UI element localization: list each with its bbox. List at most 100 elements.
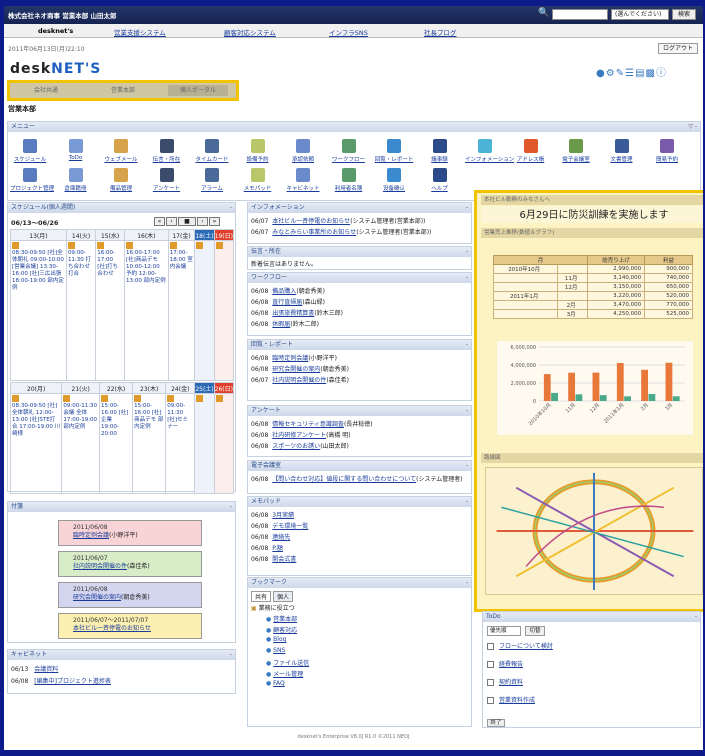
minimize-icon[interactable]: - bbox=[230, 650, 232, 660]
todo-link[interactable]: フローについて検討 bbox=[499, 643, 553, 650]
minimize-icon[interactable]: - bbox=[230, 502, 232, 512]
note-link[interactable]: 臨時定例会議 bbox=[73, 532, 109, 539]
schedule-day-header[interactable]: 22(水) bbox=[98, 382, 134, 394]
tab-company[interactable]: 会社共通 bbox=[16, 85, 76, 96]
schedule-day-cell[interactable]: 15:00-16:00 [社]商品デモ 部内定例 bbox=[132, 393, 167, 494]
minimize-icon[interactable]: - bbox=[466, 203, 468, 213]
bookmark-link[interactable]: ファイル送信 bbox=[273, 660, 309, 667]
add-schedule-icon[interactable] bbox=[63, 395, 71, 402]
row-link[interactable]: 臨時定例会議 bbox=[272, 355, 308, 362]
bookmark-link[interactable]: Blog bbox=[273, 636, 286, 643]
menu-item[interactable]: ウェブメール bbox=[101, 139, 141, 163]
schedule-day-cell[interactable] bbox=[194, 240, 215, 381]
minimize-icon[interactable]: - bbox=[466, 406, 468, 416]
todo-sort-select[interactable]: 優先順 bbox=[487, 626, 521, 636]
todo-checkbox[interactable] bbox=[487, 643, 494, 650]
row-link[interactable]: 【問い合わせ対応】値段に関する問い合わせについて bbox=[272, 476, 416, 483]
schedule-entries[interactable]: 09:00-11:30 [社]セミナー bbox=[167, 403, 188, 430]
sticky-note[interactable]: 2011/06/08 研究会開催の案内(朝倉秀美) bbox=[58, 582, 202, 608]
bookmark-link[interactable]: SNS bbox=[273, 647, 285, 654]
row-link[interactable]: 連絡先 bbox=[272, 534, 290, 541]
menu-item[interactable]: 電子会議室 bbox=[556, 139, 596, 163]
row-link[interactable]: 出張旅費精算書 bbox=[272, 310, 314, 317]
menu-item[interactable]: 文書管理 bbox=[602, 139, 642, 163]
menu-item[interactable]: ヘルプ bbox=[420, 168, 460, 192]
schedule-day-cell[interactable]: 08:30-09:50 [社]全体朝礼 12:00-13:00 [社]STE打合… bbox=[9, 393, 63, 494]
next-week-button[interactable]: » bbox=[209, 217, 220, 226]
print-icon[interactable]: ▩ bbox=[646, 68, 656, 79]
menu-item[interactable]: 设备确认 bbox=[374, 168, 414, 192]
logout-button[interactable]: ログアウト bbox=[658, 43, 698, 54]
menu-item[interactable]: ワークフロー bbox=[329, 139, 369, 163]
menu-item[interactable]: ToDo bbox=[56, 139, 96, 161]
prev-day-button[interactable]: ‹ bbox=[166, 217, 177, 226]
add-schedule-icon[interactable] bbox=[167, 395, 175, 402]
todo-link[interactable]: 契約資料 bbox=[499, 679, 523, 686]
edit-icon[interactable]: ✎ bbox=[616, 68, 625, 79]
schedule-day-header[interactable]: 14(火) bbox=[65, 229, 97, 241]
nav-link-sales[interactable]: 営業支援システム bbox=[114, 27, 166, 37]
schedule-day-header[interactable]: 18(土) bbox=[194, 229, 215, 241]
schedule-day-header[interactable]: 23(木) bbox=[132, 382, 167, 394]
menu-item[interactable]: メモパッド bbox=[238, 168, 278, 192]
row-link[interactable]: 本社ビル一斉停電のお知らせ bbox=[272, 218, 350, 225]
menu-item[interactable]: 利用者名簿 bbox=[329, 168, 369, 192]
schedule-day-header[interactable]: 19(日) bbox=[213, 229, 235, 241]
todo-done-button[interactable]: 終了 bbox=[487, 719, 505, 727]
nav-link-sns[interactable]: インフラSNS bbox=[329, 27, 368, 37]
todo-checkbox[interactable] bbox=[487, 661, 494, 668]
tab-sales-dept[interactable]: 営業本部 bbox=[92, 85, 154, 96]
menu-item[interactable]: 回覧・レポート bbox=[374, 139, 414, 163]
note-link[interactable]: 研究会開催の案内 bbox=[73, 594, 121, 601]
schedule-day-header[interactable]: 16(木) bbox=[124, 229, 169, 241]
menu-item[interactable]: 承認依頼 bbox=[283, 139, 323, 163]
todo-checkbox[interactable] bbox=[487, 679, 494, 686]
row-link[interactable]: 会議資料 bbox=[34, 666, 58, 673]
menu-item[interactable]: プロジェクト管理 bbox=[10, 168, 54, 192]
minimize-icon[interactable]: - bbox=[466, 273, 468, 283]
bookmark-item[interactable]: ● ファイル送信 bbox=[266, 658, 309, 667]
schedule-day-header[interactable]: 21(火) bbox=[61, 382, 100, 394]
bookmark-link[interactable]: 営業本部 bbox=[273, 616, 297, 623]
add-schedule-icon[interactable] bbox=[126, 242, 134, 249]
todo-checkbox[interactable] bbox=[487, 697, 494, 704]
schedule-day-header[interactable]: 13(月) bbox=[10, 229, 67, 241]
note-link[interactable]: 本社ビル一斉停電のお知らせ bbox=[73, 625, 151, 632]
nav-link-blog[interactable]: 社長ブログ bbox=[424, 27, 457, 37]
bookmark-link[interactable]: 顧客対応 bbox=[273, 627, 297, 634]
menu-item[interactable]: 簡易予約 bbox=[647, 139, 687, 163]
row-link[interactable]: 社内研修アンケート bbox=[272, 432, 326, 439]
search-input[interactable] bbox=[552, 9, 608, 20]
search-category-select[interactable]: (選んでください) bbox=[611, 9, 669, 20]
schedule-day-header[interactable]: 26(日) bbox=[213, 382, 235, 394]
sticky-note[interactable]: 2011/06/08 臨時定例会議(小野洋平) bbox=[58, 520, 202, 546]
minimize-icon[interactable]: - bbox=[230, 203, 232, 213]
add-schedule-icon[interactable] bbox=[100, 395, 108, 402]
menu-item[interactable]: 備品管理 bbox=[101, 168, 141, 192]
sticky-note[interactable]: 2011/06/07〜2011/07/07 本社ビル一斉停電のお知らせ bbox=[58, 613, 202, 639]
bookmark-item[interactable]: ● 顧客対応 bbox=[266, 625, 297, 634]
schedule-entries[interactable]: 08:30-09:50 [社]全体朝礼 09:00-10:00 [営業会議] 1… bbox=[12, 250, 64, 291]
add-schedule-icon[interactable] bbox=[97, 242, 105, 249]
row-link[interactable]: 備品購入 bbox=[272, 288, 296, 295]
add-schedule-icon[interactable] bbox=[12, 395, 19, 402]
calendar-icon[interactable]: ▤ bbox=[635, 68, 645, 79]
bookmark-item[interactable]: ● 営業本部 bbox=[266, 614, 297, 623]
menu-item[interactable]: インフォメーション bbox=[465, 139, 514, 163]
add-schedule-icon[interactable] bbox=[196, 395, 204, 402]
add-schedule-icon[interactable] bbox=[215, 242, 223, 249]
schedule-day-cell[interactable] bbox=[213, 240, 235, 381]
schedule-entries[interactable]: 09:00-11:30 打ち合わせ 打合 bbox=[68, 250, 91, 277]
menu-item[interactable]: アンケート bbox=[147, 168, 187, 192]
menu-item[interactable]: スケジュール bbox=[10, 139, 50, 163]
schedule-day-cell[interactable]: 17:00-18:00 室内会議 bbox=[167, 240, 196, 381]
menu-item[interactable]: アドレス帳 bbox=[511, 139, 551, 163]
schedule-entries[interactable]: 09:00-11:30 会議 全体 17:00-19:00 部内定例 bbox=[63, 403, 97, 430]
minimize-icon[interactable]: - bbox=[466, 247, 468, 257]
list-icon[interactable]: ☰ bbox=[625, 68, 635, 79]
row-link[interactable]: 直行直帰届 bbox=[272, 299, 302, 306]
bookmark-item[interactable]: ● メール管理 bbox=[266, 669, 303, 678]
menu-item[interactable]: アラーム bbox=[192, 168, 232, 192]
minimize-icon[interactable]: - bbox=[466, 497, 468, 507]
schedule-day-cell[interactable]: 09:00-11:30 [社]セミナー bbox=[165, 393, 196, 494]
